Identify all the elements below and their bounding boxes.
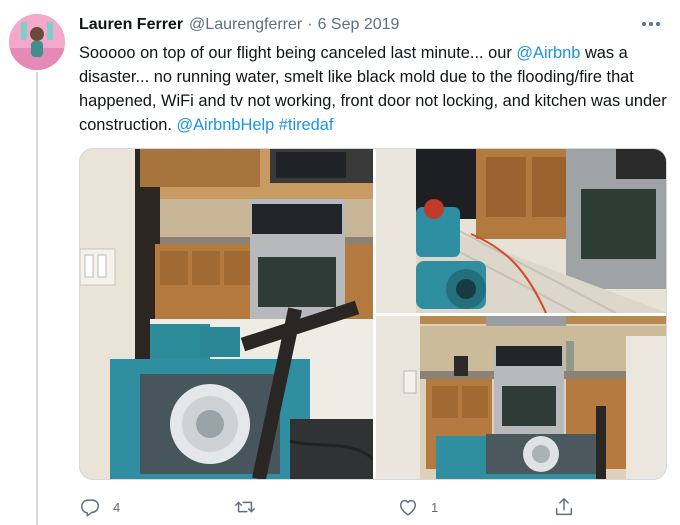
author-handle[interactable]: @Laurengferrer: [189, 16, 302, 34]
retweet-button[interactable]: [234, 494, 268, 520]
photo-kitchen-counter[interactable]: [376, 316, 666, 479]
author-name[interactable]: Lauren Ferrer: [79, 16, 183, 34]
photo-floor-fans[interactable]: [376, 149, 666, 313]
tweet-text: Sooooo on top of our flight being cancel…: [79, 41, 675, 137]
tweet-actions: 4 1: [79, 494, 599, 520]
tweet-card: Lauren Ferrer @Laurengferrer · 6 Sep 201…: [0, 0, 680, 525]
like-button[interactable]: 1: [397, 494, 438, 520]
reply-icon: [81, 499, 99, 517]
avatar[interactable]: [9, 14, 65, 70]
media-grid: [79, 148, 667, 480]
mention-airbnbhelp[interactable]: @AirbnbHelp: [176, 116, 274, 134]
heart-icon: [399, 499, 417, 516]
like-count: 1: [431, 499, 439, 515]
header-separator: ·: [307, 16, 313, 33]
reply-button[interactable]: 4: [79, 494, 120, 520]
reply-count: 4: [113, 499, 121, 515]
hashtag-tiredaf[interactable]: #tiredaf: [279, 116, 334, 134]
tweet-date[interactable]: 6 Sep 2019: [318, 16, 400, 34]
photo-kitchen-fan-closeup[interactable]: [80, 149, 373, 479]
mention-airbnb[interactable]: @Airbnb: [516, 44, 580, 62]
thread-line: [36, 72, 38, 525]
tweet-header: Lauren Ferrer @Laurengferrer · 6 Sep 201…: [79, 16, 660, 38]
tweet-text-part1: Sooooo on top of our flight being cancel…: [79, 44, 517, 62]
share-icon: [555, 498, 573, 516]
more-dots-icon[interactable]: [638, 14, 664, 34]
share-button[interactable]: [553, 494, 575, 520]
retweet-icon: [235, 501, 255, 513]
